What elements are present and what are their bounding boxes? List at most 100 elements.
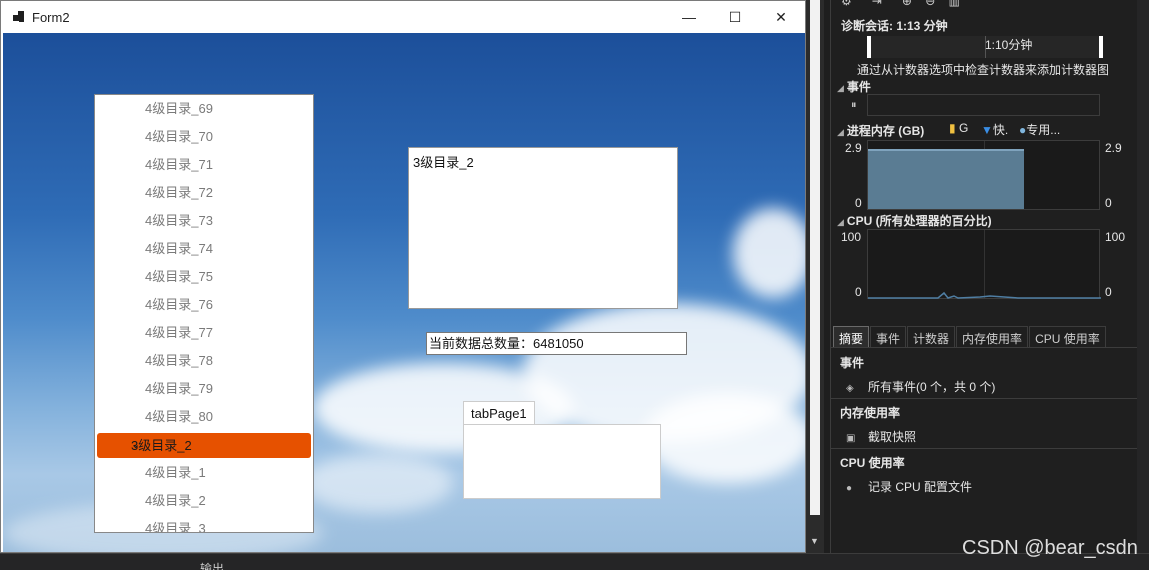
memory-min-left: 0 [855, 196, 862, 210]
diag-toolbar: ⚙ ⇥ ⊕ ⊖ ▥ [841, 0, 960, 8]
tree-item[interactable]: 4级目录_73 [95, 207, 313, 235]
tree-item[interactable]: 4级目录_74 [95, 235, 313, 263]
tree-item-label: 4级目录_2 [145, 493, 206, 508]
tab-summary[interactable]: 摘要 [833, 326, 870, 348]
tree-item[interactable]: 4级目录_77 [95, 319, 313, 347]
maximize-icon[interactable]: ☐ [712, 1, 758, 33]
watermark: CSDN @bear_csdn [962, 537, 1138, 559]
counter-hint: 通过从计数器选项中检查计数器来添加计数器图 [857, 63, 1110, 77]
cpu-graph[interactable] [867, 229, 1101, 299]
record-icon: ● [846, 483, 853, 494]
tree-item-label: 4级目录_1 [145, 465, 206, 480]
tree-item-label: 4级目录_3 [145, 521, 206, 533]
memory-usage-header: 内存使用率 [840, 406, 901, 420]
cpu-max-left: 100 [841, 230, 862, 244]
tree-item-label: 4级目录_77 [145, 325, 213, 340]
cpu-min-right: 0 [1105, 285, 1112, 299]
tab-counters[interactable]: 计数器 [907, 326, 956, 348]
scroll-down-icon[interactable]: ▼ [810, 536, 819, 546]
export-icon[interactable]: ⇥ [872, 0, 882, 8]
tree-item[interactable]: 4级目录_3 [95, 515, 313, 533]
memory-max-left: 2.9 [845, 141, 862, 155]
tree-list[interactable]: 4级目录_69 4级目录_70 4级目录_71 4级目录_72 4级目录_73 4级目录_… [94, 94, 314, 533]
tree-item[interactable]: 4级目录_79 [95, 375, 313, 403]
tab-cpu-usage[interactable]: CPU 使用率 [1029, 326, 1106, 348]
tree-item-label: 4级目录_72 [145, 185, 213, 200]
events-header: 事件 [840, 356, 865, 370]
tree-item[interactable]: 4级目录_80 [95, 403, 313, 431]
camera-icon: ▣ [846, 433, 856, 444]
all-events-link[interactable]: ◈ 所有事件(0 个，共 0 个) [846, 378, 995, 395]
tabpage1-body [463, 424, 661, 499]
tree-item[interactable]: 4级目录_70 [95, 123, 313, 151]
events-track[interactable] [867, 94, 1100, 116]
tree-item-label: 4级目录_75 [145, 269, 213, 284]
session-duration: 诊断会话: 1:13 分钟 [841, 19, 948, 33]
tree-item[interactable]: 4级目录_76 [95, 291, 313, 319]
tab-events[interactable]: 事件 [870, 326, 907, 348]
legend-gc: ▮ G [949, 121, 969, 135]
tree-item[interactable]: 4级目录_72 [95, 179, 313, 207]
tree-item-label: 4级目录_71 [145, 157, 213, 172]
record-cpu-profile-button[interactable]: ● 记录 CPU 配置文件 [846, 478, 972, 495]
cpu-section-title[interactable]: ◢ CPU (所有处理器的百分比) [837, 212, 992, 229]
tree-item-label: 4级目录_79 [145, 381, 213, 396]
tree-item[interactable]: 4级目录_71 [95, 151, 313, 179]
tree-item[interactable]: 4级目录_78 [95, 347, 313, 375]
tree-item-label: 4级目录_80 [145, 409, 213, 424]
legend-private: ●专用... [1019, 123, 1061, 137]
chart-icon[interactable]: ▥ [949, 0, 960, 8]
form2-window: Form2 — ☐ ✕ 4级目录_69 4级目录_70 4级目录_71 4级目录_72… [0, 0, 806, 553]
events-section-title[interactable]: ◢ 事件 [837, 78, 871, 95]
tree-item[interactable]: 4级目录_2 [95, 487, 313, 515]
cpu-max-right: 100 [1105, 230, 1126, 244]
tree-item[interactable]: 4级目录_69 [95, 95, 313, 123]
minimize-icon[interactable]: — [666, 1, 712, 33]
memory-graph[interactable] [867, 140, 1100, 210]
memory-max-right: 2.9 [1105, 141, 1122, 155]
cpu-min-left: 0 [855, 285, 862, 299]
settings-icon[interactable]: ⚙ [841, 0, 852, 8]
cpu-line [868, 291, 1101, 299]
scrollbar-thumb[interactable] [810, 0, 820, 515]
tree-item[interactable]: 4级目录_1 [95, 459, 313, 487]
events-icon: ◈ [846, 383, 854, 394]
memory-min-right: 0 [1105, 196, 1112, 210]
total-count-textbox[interactable]: 当前数据总数量：6481050 [426, 332, 687, 355]
diag-tab-strip: 摘要 事件 计数器 内存使用率 CPU 使用率 [833, 326, 1107, 348]
zoom-in-icon[interactable]: ⊕ [902, 0, 912, 8]
window-title: Form2 [32, 10, 70, 25]
close-icon[interactable]: ✕ [758, 1, 804, 33]
level3-panel: 3级目录_2 [408, 147, 678, 309]
diagnostic-tools-pane: ⚙ ⇥ ⊕ ⊖ ▥ 诊断会话: 1:13 分钟 1:10分钟 通过从计数器选项中… [830, 0, 1138, 553]
chevron-down-icon[interactable]: ⌄ [131, 433, 305, 458]
tree-item-selected[interactable]: 3级目录_2 ⌄ [97, 433, 311, 458]
app-icon [13, 11, 25, 23]
tree-item-label: 4级目录_76 [145, 297, 213, 312]
take-snapshot-button[interactable]: ▣ 截取快照 [846, 428, 916, 445]
form-client-area: 4级目录_69 4级目录_70 4级目录_71 4级目录_72 4级目录_73 4级目录_… [3, 33, 805, 552]
tab-tabpage1[interactable]: tabPage1 [463, 401, 535, 425]
tree-item-label: 4级目录_78 [145, 353, 213, 368]
tree-item-label: 4级目录_74 [145, 241, 213, 256]
memory-usage-area [868, 149, 1024, 209]
zoom-out-icon[interactable]: ⊖ [925, 0, 935, 8]
vertical-scrollbar[interactable]: ▼ [806, 0, 824, 553]
timeline-end-handle[interactable] [1099, 36, 1103, 58]
title-bar[interactable]: Form2 — ☐ ✕ [1, 1, 805, 33]
memory-section-title[interactable]: ◢ 进程内存 (GB) [837, 122, 924, 139]
cpu-usage-header: CPU 使用率 [840, 456, 905, 470]
timeline-label: 1:10分钟 [985, 38, 1033, 52]
timeline-start-handle[interactable] [867, 36, 871, 58]
tree-item-label: 4级目录_69 [145, 101, 213, 116]
tab-memory-usage[interactable]: 内存使用率 [956, 326, 1029, 348]
pause-icon[interactable]: ⏸ [851, 99, 857, 112]
panel3-label: 3级目录_2 [413, 155, 474, 170]
right-tool-strip [1137, 0, 1149, 570]
legend-snapshot: ▼快. [981, 123, 1009, 137]
timeline-ruler[interactable]: 1:10分钟 [867, 36, 1103, 58]
tree-item-label: 4级目录_73 [145, 213, 213, 228]
tree-item-label: 4级目录_70 [145, 129, 213, 144]
output-tab[interactable]: 输出 [200, 560, 224, 570]
tree-item[interactable]: 4级目录_75 [95, 263, 313, 291]
